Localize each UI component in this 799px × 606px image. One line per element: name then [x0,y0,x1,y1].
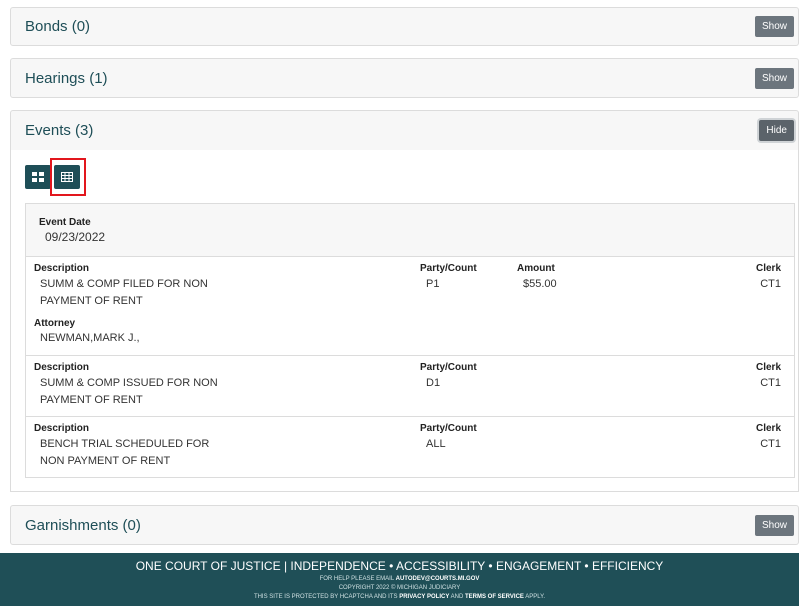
description-line: SUMM & COMP ISSUED FOR NON [40,377,218,389]
event-date-value: 09/23/2022 [45,230,106,244]
event-date-label: Event Date [39,217,91,228]
description-label: Description [34,263,90,274]
bonds-show-button[interactable]: Show [754,16,794,37]
garnishments-title: Garnishments (0) [25,516,141,534]
garnishments-show-button[interactable]: Show [754,514,794,536]
amount-value: $55.00 [523,278,557,290]
event-card-header: Event Date 09/23/2022 [26,204,794,257]
events-title: Events (3) [25,122,94,139]
footer-and-text: AND [450,594,464,600]
party-count-value: ALL [426,438,446,450]
description-line: NON PAYMENT OF RENT [40,455,171,467]
grid-view-icon [32,172,44,182]
attorney-label: Attorney [34,318,76,329]
clerk-value: CT1 [760,377,781,389]
events-panel-header[interactable]: Events (3) Hide [10,110,799,151]
table-view-icon [61,172,73,182]
hearings-title: Hearings (1) [25,69,108,87]
row-divider [26,416,794,417]
footer-apply-text: APPLY. [525,594,546,600]
footer-tagline: ONE COURT OF JUSTICE | INDEPENDENCE • AC… [135,559,664,573]
events-hide-button[interactable]: Hide [759,120,794,141]
party-count-label: Party/Count [420,423,477,434]
description-line: PAYMENT OF RENT [40,394,143,406]
table-view-button[interactable] [54,165,80,189]
description-line: PAYMENT OF RENT [40,295,143,307]
footer-help: FOR HELP PLEASE EMAIL AUTODEV@COURTS.MI.… [0,576,799,582]
row-divider [26,355,794,356]
party-count-label: Party/Count [420,362,477,373]
clerk-label: Clerk [755,362,781,373]
hearings-show-button[interactable]: Show [754,67,794,89]
terms-of-service-link[interactable]: TERMS OF SERVICE [465,594,524,600]
clerk-value: CT1 [760,278,781,290]
description-line: SUMM & COMP FILED FOR NON [40,278,208,290]
party-count-value: P1 [426,278,440,290]
hearings-panel-header[interactable]: Hearings (1) Show [10,58,799,98]
party-count-label: Party/Count [420,263,477,274]
bonds-title: Bonds (0) [25,18,91,35]
event-card: Event Date 09/23/2022 Description SUMM &… [25,203,795,478]
description-label: Description [34,423,90,434]
footer-help-text: FOR HELP PLEASE EMAIL [319,576,394,582]
footer-help-email-link[interactable]: AUTODEV@COURTS.MI.GOV [396,576,480,582]
description-line: BENCH TRIAL SCHEDULED FOR [40,438,210,450]
amount-label: Amount [517,263,555,274]
bonds-panel-header[interactable]: Bonds (0) Show [10,7,799,46]
privacy-policy-link[interactable]: PRIVACY POLICY [399,594,449,600]
footer-captcha: THIS SITE IS PROTECTED BY HCAPTCHA AND I… [0,594,799,600]
garnishments-panel-header[interactable]: Garnishments (0) Show [10,505,799,545]
party-count-value: D1 [426,377,441,389]
footer-copyright: COPYRIGHT 2022 © MICHIGAN JUDICIARY [338,585,461,591]
clerk-label: Clerk [755,423,781,434]
clerk-label: Clerk [755,263,781,274]
clerk-value: CT1 [760,438,781,450]
attorney-value: NEWMAN,MARK J., [40,332,140,344]
page: Bonds (0) Show Hearings (1) Show Events … [0,0,799,606]
footer-captcha-text: THIS SITE IS PROTECTED BY HCAPTCHA AND I… [253,594,398,600]
grid-view-button[interactable] [25,165,51,189]
site-footer: ONE COURT OF JUSTICE | INDEPENDENCE • AC… [0,553,799,606]
description-label: Description [34,362,90,373]
